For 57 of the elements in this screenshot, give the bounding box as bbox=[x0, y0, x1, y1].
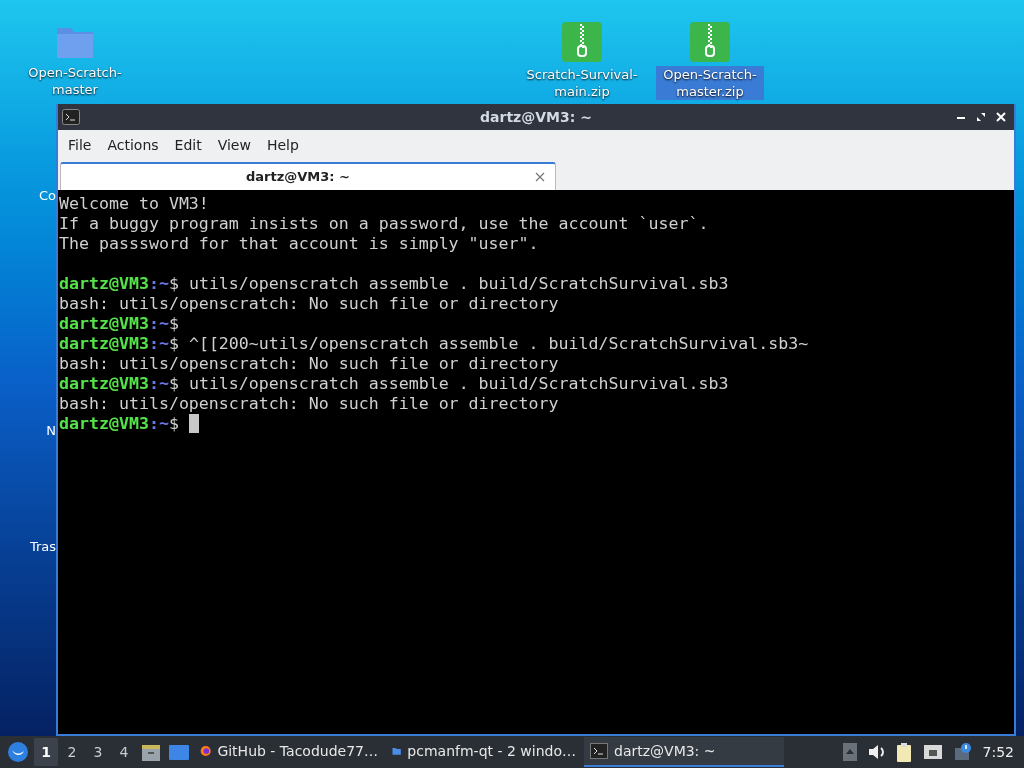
tab-title: dartz@VM3: ~ bbox=[245, 168, 351, 187]
menu-item[interactable]: File bbox=[60, 134, 100, 156]
menu-item[interactable]: Actions bbox=[99, 134, 167, 156]
taskbar-window-button[interactable]: dartz@VM3: ~ bbox=[584, 737, 784, 767]
prompt-user: dartz@VM3 bbox=[59, 274, 149, 294]
output-line: Welcome to VM3! bbox=[59, 194, 209, 214]
workspace-button[interactable]: 1 bbox=[34, 738, 58, 766]
prompt-symbol: $ bbox=[168, 414, 179, 434]
prompt-path: :~ bbox=[148, 334, 169, 354]
prompt-symbol: $ bbox=[168, 314, 179, 334]
prompt-symbol: $ bbox=[168, 274, 179, 294]
command-text: utils/openscratch assemble . build/ScratchSurvival.sb3 bbox=[187, 374, 729, 394]
zip-file-icon bbox=[690, 22, 730, 62]
drawer-icon bbox=[141, 743, 161, 761]
workspace-button[interactable]: 2 bbox=[60, 738, 84, 766]
clipboard-icon bbox=[894, 742, 913, 762]
tray-expand-icon bbox=[842, 743, 857, 761]
workspace-button[interactable]: 4 bbox=[112, 738, 136, 766]
prompt-path: :~ bbox=[148, 414, 169, 434]
taskbar-window-button[interactable]: pcmanfm-qt - 2 windo… bbox=[386, 737, 582, 767]
prompt-user: dartz@VM3 bbox=[59, 314, 149, 334]
command-text: ^[[200~utils/openscratch assemble . build/ScratchSurvival.sb3~ bbox=[187, 334, 809, 354]
menu-item[interactable]: Edit bbox=[166, 134, 210, 156]
desktop-icon-label[interactable]: Open-Scratch-master.zip bbox=[656, 66, 764, 100]
menu-item[interactable]: Help bbox=[258, 134, 307, 156]
prompt-path: :~ bbox=[148, 374, 169, 394]
close-icon bbox=[996, 112, 1006, 122]
menu-item[interactable]: View bbox=[209, 134, 259, 156]
output-line: If a buggy program insists on a password, use the account `user`. bbox=[59, 214, 709, 234]
desktop-icon-label[interactable]: N bbox=[46, 421, 56, 441]
window-title: dartz@VM3: ~ bbox=[480, 107, 592, 127]
desktop-icon bbox=[168, 743, 190, 761]
close-icon bbox=[535, 172, 545, 182]
terminal-tab[interactable]: dartz@VM3: ~ bbox=[60, 162, 556, 190]
prompt-path: :~ bbox=[148, 274, 169, 294]
prompt-path: :~ bbox=[148, 314, 169, 334]
prompt-user: dartz@VM3 bbox=[59, 334, 149, 354]
output-line: bash: utils/openscratch: No such file or directory bbox=[59, 354, 559, 374]
terminal-icon bbox=[62, 109, 80, 125]
taskbar-window-button[interactable]: GitHub - Tacodude77… bbox=[194, 737, 384, 767]
prompt-symbol: $ bbox=[168, 374, 179, 394]
output-line: bash: utils/openscratch: No such file or directory bbox=[59, 394, 559, 414]
output-line: bash: utils/openscratch: No such file or directory bbox=[59, 294, 559, 314]
maximize-icon bbox=[976, 112, 986, 122]
workspace-button[interactable]: 3 bbox=[86, 738, 110, 766]
terminal-icon bbox=[590, 742, 608, 760]
command-text: utils/openscratch assemble . build/ScratchSurvival.sb3 bbox=[187, 274, 729, 294]
clock: 7:52 bbox=[982, 742, 1014, 762]
volume-icon bbox=[866, 742, 885, 762]
notification-icon bbox=[952, 742, 973, 762]
prompt-user: dartz@VM3 bbox=[59, 414, 149, 434]
output-line: The passsword for that account is simply "user". bbox=[59, 234, 539, 254]
network-icon bbox=[922, 742, 943, 762]
zip-file-icon bbox=[562, 22, 602, 62]
prompt-user: dartz@VM3 bbox=[59, 374, 149, 394]
prompt-symbol: $ bbox=[168, 334, 179, 354]
desktop-icon-label[interactable]: Tras bbox=[29, 537, 56, 557]
